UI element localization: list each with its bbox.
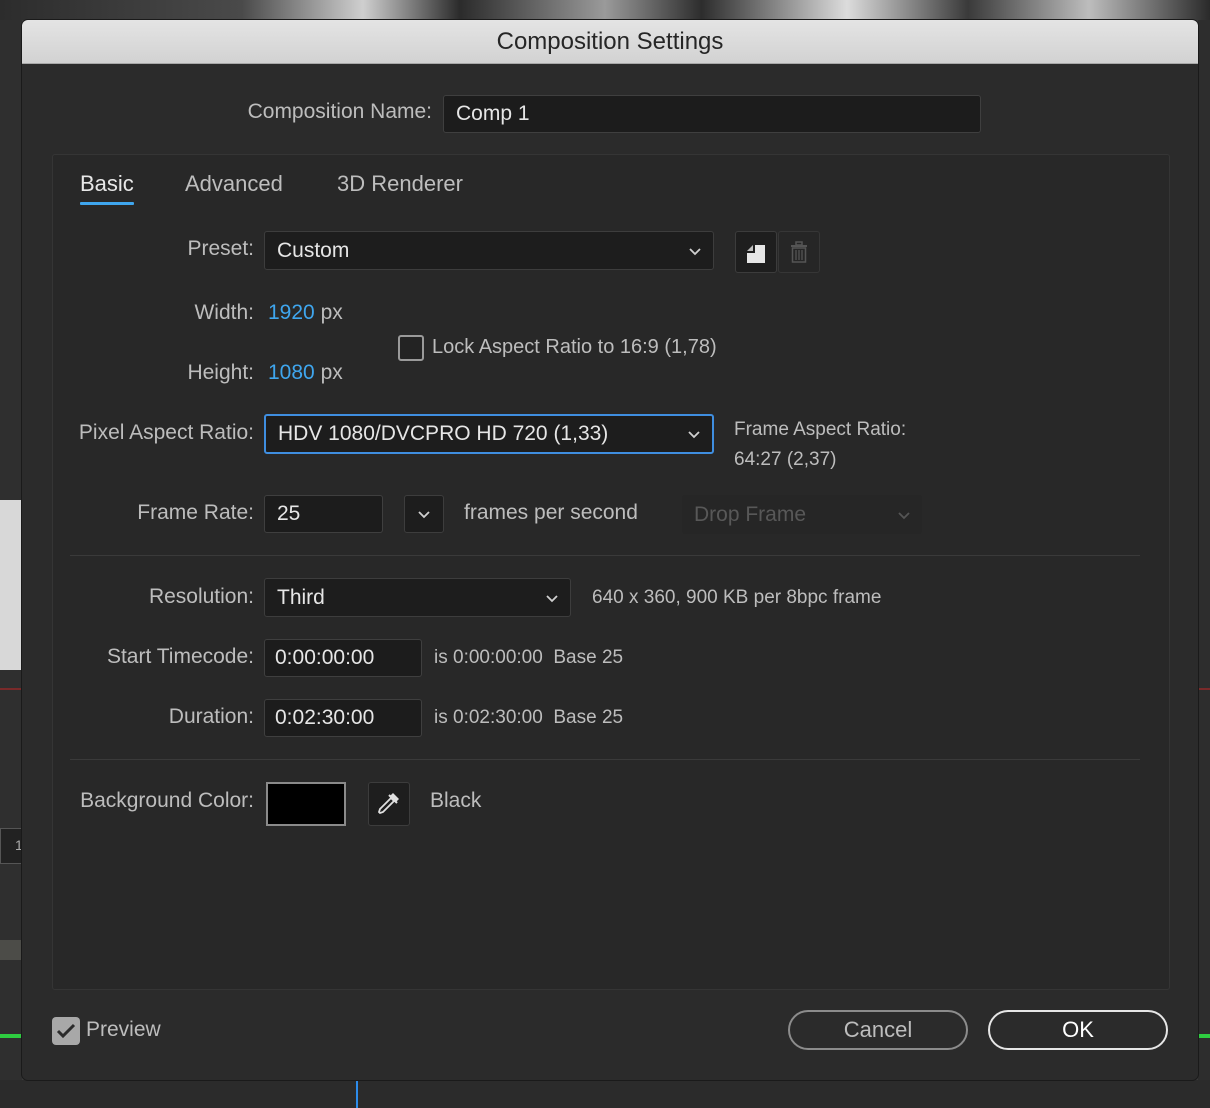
duration-is: is 0:02:30:00: [434, 707, 543, 728]
chevron-down-icon: [688, 431, 700, 439]
delete-preset-button[interactable]: [778, 231, 820, 273]
frame-rate-dropdown-button[interactable]: [404, 495, 444, 533]
start-timecode-label: Start Timecode:: [106, 645, 254, 668]
save-preset-icon: [747, 245, 765, 263]
preset-value: Custom: [277, 239, 350, 262]
width-unit: px: [320, 301, 343, 324]
chevron-down-icon: [546, 594, 558, 602]
resolution-label: Resolution:: [148, 585, 254, 608]
background-timeline: [0, 1080, 1210, 1108]
comp-name-label: Composition Name:: [247, 100, 432, 123]
eyedropper-icon: [377, 793, 399, 815]
start-timecode-input[interactable]: 0:00:00:00: [264, 639, 422, 677]
width-value[interactable]: 1920: [268, 301, 315, 324]
background-color-label: Background Color:: [80, 789, 254, 812]
tab-basic[interactable]: Basic: [80, 171, 134, 205]
ok-button[interactable]: OK: [988, 1010, 1168, 1050]
drop-frame-value: Drop Frame: [694, 503, 807, 526]
background-app-right: [1198, 20, 1210, 1108]
resolution-value: Third: [277, 586, 325, 609]
checkmark-icon: [56, 1023, 76, 1039]
frame-aspect-label: Frame Aspect Ratio:: [734, 419, 907, 440]
tab-3d-renderer[interactable]: 3D Renderer: [337, 171, 463, 197]
pixel-aspect-label: Pixel Aspect Ratio:: [78, 421, 254, 444]
drop-frame-dropdown: Drop Frame: [682, 495, 922, 534]
tab-basic-label: Basic: [80, 171, 134, 196]
preview-checkbox[interactable]: [52, 1017, 80, 1045]
background-color-name: Black: [430, 789, 482, 812]
chevron-down-icon: [689, 247, 701, 255]
tab-active-indicator: [80, 202, 134, 205]
preview-label: Preview: [86, 1018, 161, 1041]
height-value[interactable]: 1080: [268, 361, 315, 384]
preset-dropdown[interactable]: Custom: [264, 231, 714, 270]
divider: [70, 555, 1140, 556]
pixel-aspect-dropdown[interactable]: HDV 1080/DVCPRO HD 720 (1,33): [264, 414, 714, 454]
duration-info: is 0:02:30:00 Base 25: [434, 707, 623, 729]
dialog-title: Composition Settings: [22, 20, 1198, 64]
start-timecode-is: is 0:00:00:00: [434, 647, 543, 668]
width-field: 1920 px: [268, 301, 343, 325]
tab-advanced[interactable]: Advanced: [185, 171, 283, 197]
duration-label: Duration:: [168, 705, 254, 728]
duration-input[interactable]: 0:02:30:00: [264, 699, 422, 737]
background-app-viewer: [0, 0, 1210, 20]
pixel-aspect-value: HDV 1080/DVCPRO HD 720 (1,33): [278, 422, 609, 445]
height-field: 1080 px: [268, 361, 343, 385]
frame-aspect-value: 64:27 (2,37): [734, 449, 837, 470]
comp-name-input[interactable]: Comp 1: [443, 95, 981, 133]
cancel-button[interactable]: Cancel: [788, 1010, 968, 1050]
start-timecode-base: Base 25: [553, 647, 624, 668]
background-app-left: 1: [0, 20, 23, 1108]
settings-panel: [52, 154, 1170, 990]
save-preset-button[interactable]: [735, 231, 777, 273]
trash-icon: [791, 241, 807, 263]
resolution-info: 640 x 360, 900 KB per 8bpc frame: [592, 587, 882, 608]
frame-rate-unit: frames per second: [464, 501, 638, 524]
frame-rate-input[interactable]: 25: [264, 495, 383, 533]
height-unit: px: [320, 361, 343, 384]
preset-label: Preset:: [187, 237, 254, 260]
divider: [70, 759, 1140, 760]
chevron-down-icon: [898, 511, 910, 519]
height-label: Height:: [187, 361, 254, 384]
start-timecode-info: is 0:00:00:00 Base 25: [434, 647, 623, 669]
resolution-dropdown[interactable]: Third: [264, 578, 571, 617]
lock-aspect-checkbox[interactable]: [398, 335, 424, 361]
lock-aspect-label: Lock Aspect Ratio to 16:9 (1,78): [432, 336, 717, 358]
background-color-swatch[interactable]: [266, 782, 346, 826]
width-label: Width:: [194, 301, 254, 324]
frame-rate-label: Frame Rate:: [137, 501, 254, 524]
eyedropper-button[interactable]: [368, 782, 410, 826]
composition-settings-dialog: Composition Settings Composition Name: C…: [22, 20, 1198, 1080]
duration-base: Base 25: [553, 707, 624, 728]
chevron-down-icon: [418, 511, 430, 519]
